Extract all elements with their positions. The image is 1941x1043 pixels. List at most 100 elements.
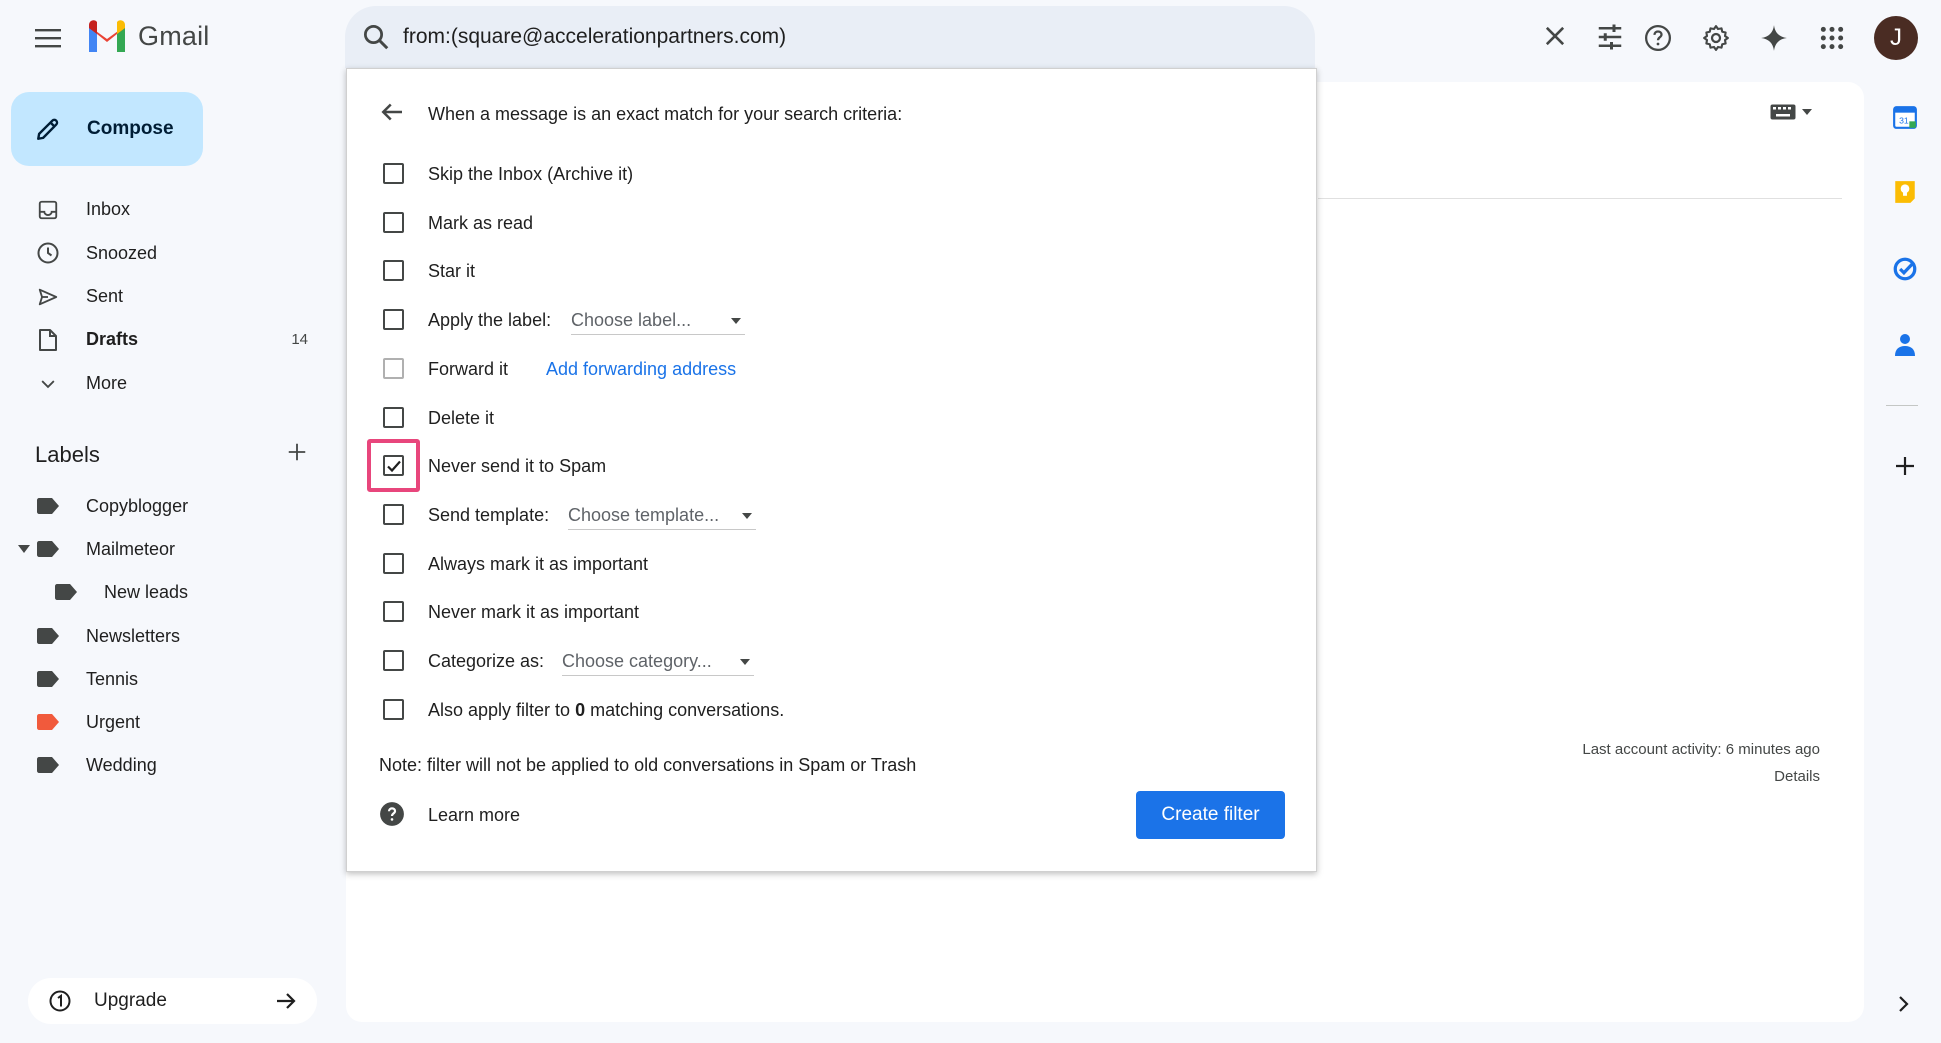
skip-inbox-checkbox[interactable] [383, 163, 404, 184]
option-never-important: Never mark it as important [347, 597, 1247, 627]
sidebar-item-sent[interactable]: Sent [0, 275, 330, 318]
option-label[interactable]: Skip the Inbox (Archive it) [428, 164, 633, 185]
calendar-icon[interactable]: 31 [1888, 100, 1922, 134]
sidebar-item-label: Drafts [86, 329, 139, 350]
option-send-template: Send template: Choose template... [347, 500, 1247, 530]
option-label[interactable]: Apply the label: [428, 310, 551, 331]
draft-icon [36, 328, 60, 352]
option-label[interactable]: Forward it [428, 359, 508, 380]
compose-button[interactable]: Compose [11, 92, 203, 166]
option-label[interactable]: Never mark it as important [428, 602, 639, 623]
category-select[interactable]: Choose category... [562, 648, 754, 676]
star-checkbox[interactable] [383, 260, 404, 281]
label-tag-icon [37, 498, 59, 514]
sidebar-item-label: Inbox [86, 199, 131, 220]
input-tools-button[interactable] [1770, 104, 1812, 120]
gmail-logo[interactable]: Gmail [86, 20, 210, 52]
option-categorize: Categorize as: Choose category... [347, 646, 1247, 676]
activity-details-link[interactable]: Details [1480, 763, 1820, 790]
settings-gear-icon[interactable] [1696, 18, 1736, 58]
sidebar-item-inbox[interactable]: Inbox [0, 188, 330, 231]
learn-more-label: Learn more [428, 805, 521, 825]
matching-count: 0 [575, 700, 586, 720]
filter-note: Note: filter will not be applied to old … [379, 755, 917, 775]
keep-icon[interactable] [1888, 175, 1922, 209]
label-item-label: Newsletters [86, 625, 181, 646]
sidebar-item-label: Snoozed [86, 242, 158, 263]
apps-grid-icon[interactable] [1812, 18, 1852, 58]
also-apply-prefix: Also apply filter to [428, 700, 576, 720]
gmail-app: Gmail from:(square@accelerationpartners.… [0, 0, 1941, 1043]
option-also-apply: Also apply filter to 0 matching conversa… [347, 695, 1247, 725]
template-select[interactable]: Choose template... [568, 502, 756, 530]
inbox-icon [36, 198, 60, 222]
option-label[interactable]: Never send it to Spam [428, 456, 606, 477]
upgrade-button[interactable]: Upgrade [28, 978, 317, 1024]
option-label[interactable]: Star it [428, 261, 475, 282]
label-tag-icon [55, 584, 77, 600]
chevron-right-icon[interactable] [1894, 994, 1912, 1019]
arrow-right-icon [274, 989, 298, 1019]
add-addon-plus-icon[interactable] [1888, 449, 1922, 483]
always-important-checkbox[interactable] [383, 553, 404, 574]
main-menu-icon[interactable] [28, 18, 68, 58]
help-icon[interactable] [1638, 18, 1678, 58]
template-select-value: Choose template... [568, 505, 720, 525]
caret-down-icon[interactable] [18, 545, 30, 553]
chevron-down-icon [36, 372, 60, 396]
option-label[interactable]: Mark as read [428, 213, 533, 234]
sidebar-item-drafts[interactable]: Drafts 14 [0, 318, 330, 361]
option-never-spam: Never send it to Spam [347, 439, 1247, 492]
send-template-checkbox[interactable] [383, 504, 404, 525]
option-label[interactable]: Also apply filter to 0 matching conversa… [428, 700, 784, 721]
option-label[interactable]: Delete it [428, 408, 494, 429]
plus-icon[interactable] [286, 441, 308, 468]
never-spam-checkbox[interactable] [383, 455, 404, 476]
also-apply-suffix: matching conversations. [585, 700, 785, 720]
label-tag-icon [37, 628, 59, 644]
never-important-checkbox[interactable] [383, 601, 404, 622]
pencil-icon [35, 116, 61, 142]
label-select[interactable]: Choose label... [571, 307, 745, 335]
option-skip-inbox: Skip the Inbox (Archive it) [347, 159, 1247, 189]
labels-heading: Labels [35, 442, 100, 467]
search-options-icon[interactable] [1595, 22, 1625, 57]
sidebar-nav: Inbox Snoozed Sent Drafts 14 More [0, 188, 330, 405]
dropdown-arrow-icon [740, 659, 750, 665]
close-icon[interactable] [1541, 22, 1569, 55]
category-select-value: Choose category... [562, 651, 712, 671]
create-filter-button[interactable]: Create filter [1136, 791, 1285, 839]
search-input[interactable] [403, 20, 1193, 54]
apply-label-checkbox[interactable] [383, 309, 404, 330]
mark-read-checkbox[interactable] [383, 212, 404, 233]
label-tag-icon [37, 757, 59, 773]
categorize-checkbox[interactable] [383, 650, 404, 671]
sidebar-item-label: Sent [86, 285, 124, 306]
label-tag-icon [37, 541, 59, 557]
learn-more-link[interactable]: Learn more [379, 801, 520, 827]
activity-text: Last account activity: 6 minutes ago [1582, 741, 1820, 758]
label-tag-icon [37, 714, 59, 730]
option-star: Star it [347, 256, 1247, 286]
forward-checkbox[interactable] [383, 358, 404, 379]
label-item-label: Urgent [86, 711, 141, 732]
top-bar: Gmail from:(square@accelerationpartners.… [0, 0, 1941, 76]
also-apply-checkbox[interactable] [383, 699, 404, 720]
option-label[interactable]: Send template: [428, 505, 549, 526]
dropdown-arrow-icon [742, 513, 752, 519]
label-item-label: Copyblogger [86, 495, 189, 516]
label-tag-icon [37, 671, 59, 687]
contacts-icon[interactable] [1888, 328, 1922, 362]
sidebar-item-snoozed[interactable]: Snoozed [0, 231, 330, 274]
gemini-sparkle-icon[interactable] [1754, 18, 1794, 58]
delete-checkbox[interactable] [383, 407, 404, 428]
arrow-back-icon[interactable] [377, 97, 407, 132]
sidebar-item-more[interactable]: More [0, 362, 330, 405]
option-label[interactable]: Categorize as: [428, 651, 544, 672]
account-avatar[interactable]: J [1874, 16, 1918, 60]
option-label[interactable]: Always mark it as important [428, 554, 648, 575]
search-icon[interactable] [361, 22, 391, 57]
tasks-icon[interactable] [1888, 252, 1922, 286]
add-forwarding-address-link[interactable]: Add forwarding address [546, 359, 736, 380]
upgrade-icon [48, 989, 72, 1019]
